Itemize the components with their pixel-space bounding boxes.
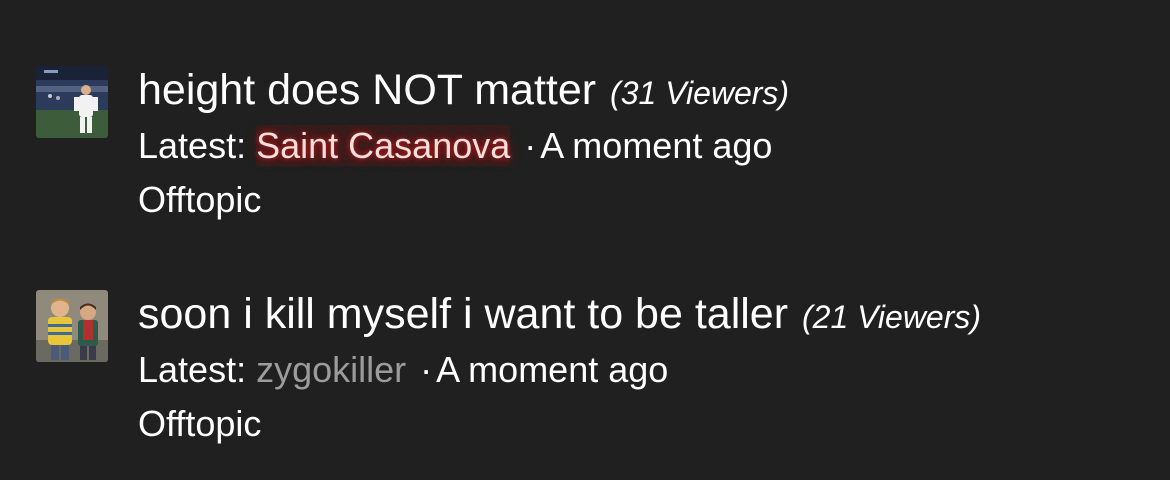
meta-separator: ·	[524, 125, 537, 166]
viewer-count: (21 Viewers)	[802, 299, 982, 335]
thread-title-line[interactable]: soon i kill myself i want to be taller (…	[138, 286, 1150, 342]
viewer-count: (31 Viewers)	[610, 75, 790, 111]
thread-title-line[interactable]: height does NOT matter (31 Viewers)	[138, 62, 1150, 118]
latest-user-link[interactable]: zygokiller	[256, 349, 406, 390]
thread-content: height does NOT matter (31 Viewers) Late…	[138, 62, 1150, 226]
thread-title[interactable]: height does NOT matter	[138, 66, 596, 114]
thread-category[interactable]: Offtopic	[138, 398, 1150, 450]
thread-content: soon i kill myself i want to be taller (…	[138, 286, 1150, 450]
previous-item-remnant	[138, 0, 238, 4]
thread-meta: Latest: Saint Casanova · A moment ago	[138, 118, 1150, 174]
latest-time: A moment ago	[540, 125, 773, 166]
thread-title[interactable]: soon i kill myself i want to be taller	[138, 290, 788, 338]
latest-label: Latest:	[138, 125, 247, 166]
thread-meta: Latest: zygokiller · A moment ago	[138, 342, 1150, 398]
latest-user-link[interactable]: Saint Casanova	[256, 125, 511, 166]
two-boys-avatar-icon[interactable]	[36, 290, 108, 362]
soccer-player-avatar-icon[interactable]	[36, 66, 108, 138]
thread-category[interactable]: Offtopic	[138, 174, 1150, 226]
meta-separator: ·	[420, 349, 433, 390]
latest-label: Latest:	[138, 349, 247, 390]
latest-time: A moment ago	[436, 349, 669, 390]
